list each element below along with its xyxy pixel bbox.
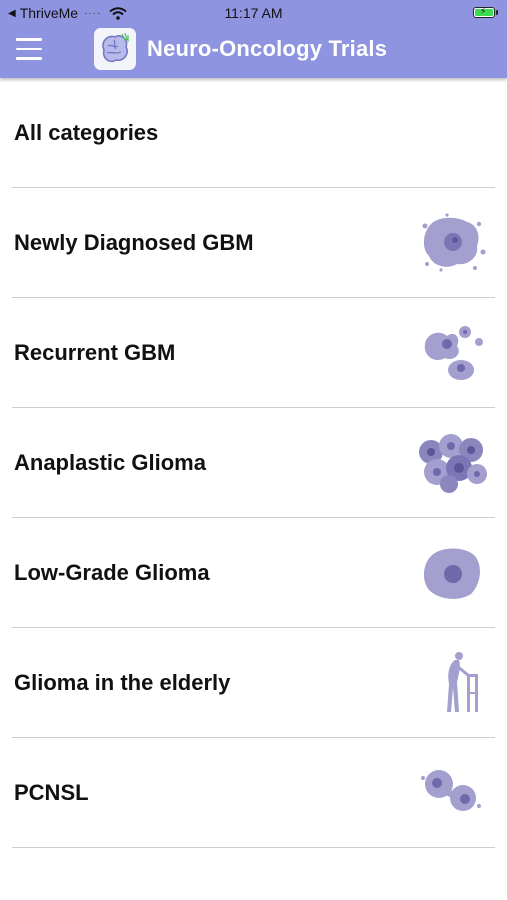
nav-bar: Neuro-Oncology Trials (0, 26, 507, 72)
category-row-low-grade-glioma[interactable]: Low-Grade Glioma (0, 518, 507, 628)
category-row-newly-diagnosed-gbm[interactable]: Newly Diagnosed GBM (0, 188, 507, 298)
cell-cluster-icon (422, 213, 486, 272)
status-bar: ◀ ThriveMe ···· 11:17 AM ⚡ (0, 0, 507, 26)
status-time: 11:17 AM (224, 5, 283, 21)
dividing-cell-icon (421, 770, 481, 811)
app-header: ◀ ThriveMe ···· 11:17 AM ⚡ Neuro-Oncolog… (0, 0, 507, 78)
category-label: Recurrent GBM (14, 340, 176, 365)
category-label: All categories (14, 120, 159, 145)
category-row-anaplastic-glioma[interactable]: Anaplastic Glioma (0, 408, 507, 518)
app-logo-icon (94, 28, 136, 70)
battery-icon: ⚡ (473, 6, 498, 18)
cell-mass-icon (419, 434, 487, 493)
cell-blob-icon (424, 326, 483, 380)
category-row-recurrent-gbm[interactable]: Recurrent GBM (0, 298, 507, 408)
category-label: Low-Grade Glioma (14, 560, 210, 585)
category-row-glioma-elderly[interactable]: Glioma in the elderly (0, 628, 507, 738)
single-cell-icon (423, 548, 480, 599)
category-list: All categories Newly Diagnosed GBM Recur… (0, 78, 507, 848)
elderly-walker-icon (447, 652, 478, 712)
category-row-pcnsl[interactable]: PCNSL (0, 738, 507, 848)
category-row-all[interactable]: All categories (0, 78, 507, 188)
row-divider (12, 847, 495, 848)
hamburger-menu-button[interactable] (16, 38, 44, 60)
category-label: Anaplastic Glioma (14, 450, 206, 475)
app-title: Neuro-Oncology Trials (147, 36, 388, 61)
category-label: Glioma in the elderly (14, 670, 231, 695)
category-label: PCNSL (14, 780, 89, 805)
category-label: Newly Diagnosed GBM (14, 230, 254, 255)
